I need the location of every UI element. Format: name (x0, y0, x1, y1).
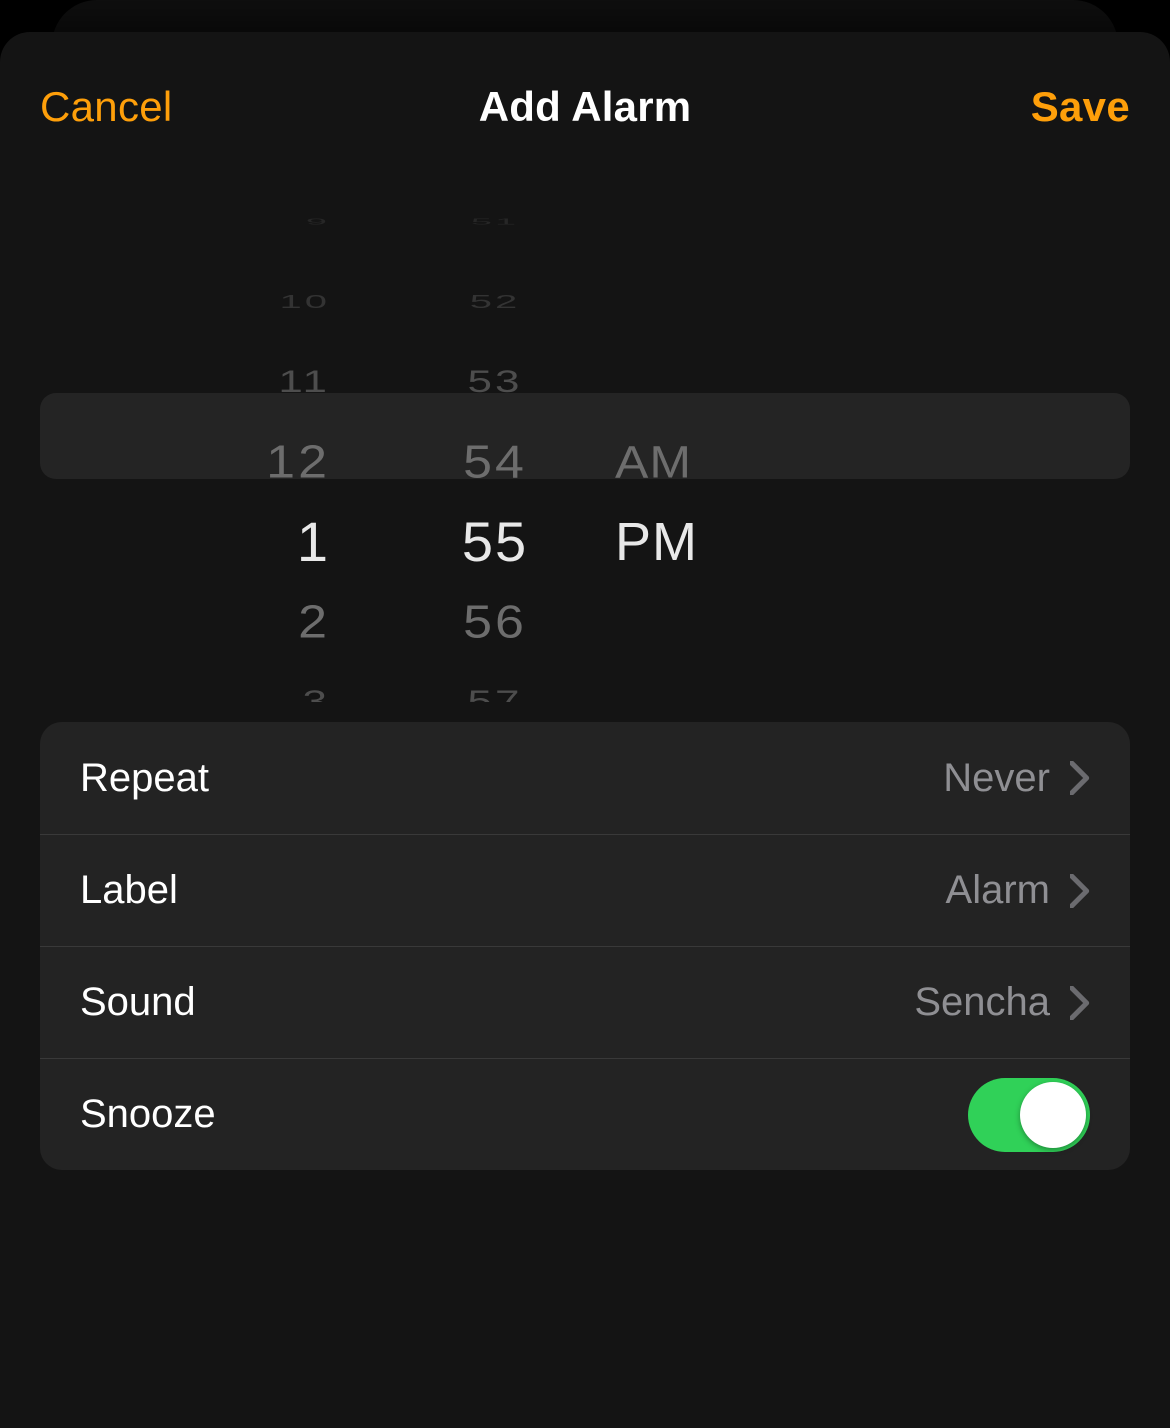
row-label-value: Alarm (946, 868, 1050, 913)
toggle-knob (1020, 1082, 1086, 1148)
hour-selected[interactable]: 1 (150, 502, 330, 582)
row-repeat[interactable]: Repeat Never (40, 722, 1130, 834)
hour-option[interactable]: 10 (150, 284, 330, 320)
spacer (615, 213, 805, 231)
header: Cancel Add Alarm Save (0, 32, 1170, 182)
add-alarm-sheet: Cancel Add Alarm Save 9 10 11 12 1 2 3 4… (0, 32, 1170, 1428)
cancel-button[interactable]: Cancel (40, 32, 173, 182)
row-sound-value: Sencha (914, 980, 1050, 1025)
hour-option[interactable]: 12 (150, 426, 330, 498)
spacer (615, 353, 805, 411)
hour-wheel[interactable]: 9 10 11 12 1 2 3 4 5 (150, 182, 390, 702)
spacer (615, 673, 805, 702)
minute-selected[interactable]: 55 (395, 502, 595, 582)
minute-option[interactable]: 51 (395, 213, 595, 231)
spacer (615, 586, 805, 658)
hour-option[interactable]: 2 (150, 586, 330, 658)
chevron-right-icon (1070, 761, 1090, 795)
row-label-label: Label (80, 868, 178, 913)
row-repeat-value: Never (943, 756, 1050, 801)
settings-list: Repeat Never Label Alarm Sound Sencha Sn… (40, 722, 1130, 1170)
hour-option[interactable]: 11 (150, 353, 330, 411)
row-sound-label: Sound (80, 980, 196, 1025)
period-option[interactable]: AM (615, 426, 805, 498)
snooze-toggle[interactable] (968, 1078, 1090, 1152)
row-snooze: Snooze (40, 1058, 1130, 1170)
page-title: Add Alarm (479, 83, 692, 131)
minute-option[interactable]: 52 (395, 284, 595, 320)
row-repeat-label: Repeat (80, 756, 209, 801)
minute-option[interactable]: 53 (395, 353, 595, 411)
row-sound[interactable]: Sound Sencha (40, 946, 1130, 1058)
hour-option[interactable]: 3 (150, 673, 330, 702)
minute-option[interactable]: 57 (395, 673, 595, 702)
minute-option[interactable]: 54 (395, 426, 595, 498)
time-picker: 9 10 11 12 1 2 3 4 5 51 52 53 54 55 56 5… (0, 182, 1170, 702)
minute-option[interactable]: 56 (395, 586, 595, 658)
minute-wheel[interactable]: 51 52 53 54 55 56 57 58 59 (395, 182, 595, 702)
hour-option[interactable]: 9 (150, 213, 330, 231)
row-snooze-label: Snooze (80, 1092, 216, 1137)
row-label[interactable]: Label Alarm (40, 834, 1130, 946)
chevron-right-icon (1070, 986, 1090, 1020)
save-button[interactable]: Save (1031, 32, 1130, 182)
spacer (615, 284, 805, 320)
chevron-right-icon (1070, 874, 1090, 908)
period-wheel[interactable]: AM PM (605, 182, 805, 702)
period-selected[interactable]: PM (615, 502, 805, 582)
